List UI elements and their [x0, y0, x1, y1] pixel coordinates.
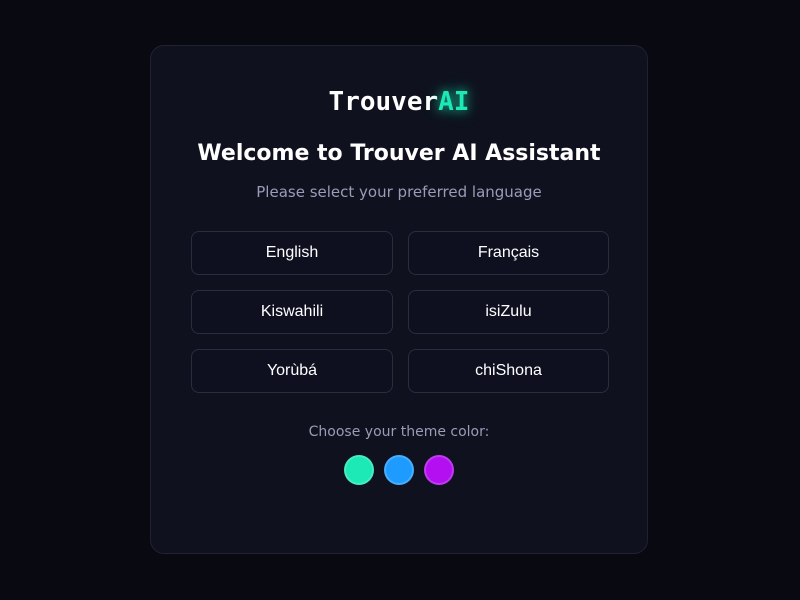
page-subtitle: Please select your preferred language	[256, 183, 542, 201]
language-button-francais[interactable]: Français	[408, 231, 609, 275]
language-button-yoruba[interactable]: Yorùbá	[191, 349, 393, 393]
welcome-card: TrouverAI Welcome to Trouver AI Assistan…	[150, 45, 648, 554]
language-button-isizulu[interactable]: isiZulu	[408, 290, 609, 334]
language-button-english[interactable]: English	[191, 231, 393, 275]
theme-color-picker	[151, 455, 647, 485]
theme-swatch-blue[interactable]	[384, 455, 414, 485]
logo-text: Trouver	[328, 87, 439, 117]
theme-color-label: Choose your theme color:	[308, 424, 490, 440]
language-button-kiswahili[interactable]: Kiswahili	[191, 290, 393, 334]
page-title: Welcome to Trouver AI Assistant	[197, 141, 601, 166]
app-logo: TrouverAI	[151, 86, 647, 118]
theme-swatch-purple[interactable]	[424, 455, 454, 485]
language-grid: English Français Kiswahili isiZulu Yorùb…	[191, 231, 609, 393]
language-button-chishona[interactable]: chiShona	[408, 349, 609, 393]
theme-swatch-teal[interactable]	[344, 455, 374, 485]
logo-accent-text: AI	[438, 87, 470, 117]
